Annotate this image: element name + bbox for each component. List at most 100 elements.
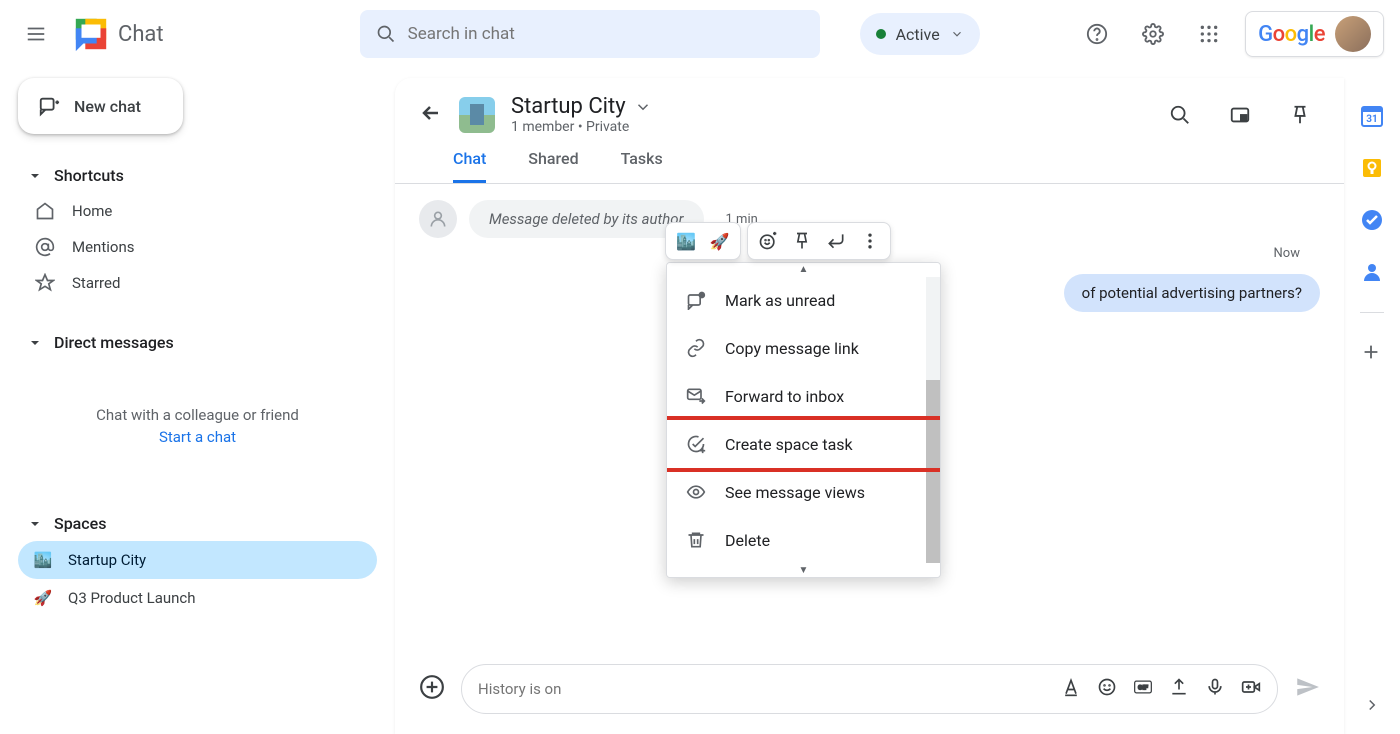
rail-divider — [1360, 312, 1384, 313]
menu-item-label: Forward to inbox — [725, 387, 844, 406]
space-title-button[interactable]: Startup City — [511, 94, 652, 119]
emoji-button[interactable] — [1097, 677, 1117, 701]
chevron-down-icon — [634, 98, 652, 116]
panel-header: Startup City 1 member • Private — [395, 78, 1344, 135]
search-icon — [376, 24, 396, 44]
compose-box[interactable]: GIF — [461, 664, 1278, 714]
upload-button[interactable] — [1169, 677, 1189, 701]
google-logo: Google — [1258, 22, 1325, 47]
gif-button[interactable]: GIF — [1133, 677, 1153, 701]
space-item-q3-launch[interactable]: 🚀 Q3 Product Launch — [18, 579, 377, 617]
tab-tasks[interactable]: Tasks — [621, 149, 663, 183]
svg-text:GIF: GIF — [1138, 684, 1148, 692]
add-button[interactable] — [419, 674, 445, 704]
tab-chat[interactable]: Chat — [453, 149, 486, 183]
menu-item-delete[interactable]: Delete — [667, 516, 940, 564]
mic-button[interactable] — [1205, 677, 1225, 701]
svg-text:31: 31 — [1366, 114, 1377, 125]
shortcuts-header[interactable]: Shortcuts — [18, 158, 377, 193]
reaction-segment-emoji: 🏙️ 🚀 — [665, 222, 741, 260]
right-message-bubble[interactable]: of potential advertising partners? — [1064, 274, 1320, 312]
chevron-down-icon — [950, 27, 964, 41]
reaction-segment-actions — [747, 222, 891, 260]
space-item-label: Startup City — [68, 551, 146, 569]
format-button[interactable] — [1061, 677, 1081, 701]
menu-item-see-views[interactable]: See message views — [667, 468, 940, 516]
new-chat-label: New chat — [74, 97, 141, 116]
dm-label: Direct messages — [54, 333, 174, 352]
apps-button[interactable] — [1189, 14, 1229, 54]
home-icon — [34, 201, 56, 221]
video-button[interactable] — [1241, 677, 1261, 701]
space-item-startup-city[interactable]: 🏙️ Startup City — [18, 541, 377, 579]
at-icon — [34, 237, 56, 257]
sidebar-item-home[interactable]: Home — [18, 193, 377, 229]
forward-icon — [685, 386, 707, 406]
compose-row: GIF — [395, 650, 1344, 734]
more-actions-button[interactable] — [860, 231, 880, 251]
menu-item-mark-unread[interactable]: Mark as unread — [667, 276, 940, 324]
caret-down-icon — [30, 171, 40, 181]
collapse-rail-button[interactable] — [1363, 696, 1381, 718]
chat-panel: Startup City 1 member • Private Chat Sha — [395, 78, 1344, 734]
chat-logo-icon — [72, 15, 110, 53]
sidebar-item-starred[interactable]: Starred — [18, 265, 377, 301]
add-reaction-button[interactable] — [758, 231, 778, 251]
display-options-button[interactable] — [1220, 95, 1260, 135]
reaction-bar: 🏙️ 🚀 — [665, 222, 891, 260]
sidebar-item-mentions[interactable]: Mentions — [18, 229, 377, 265]
account-box[interactable]: Google — [1245, 11, 1384, 57]
pin-button[interactable] — [1280, 95, 1320, 135]
sidebar: New chat Shortcuts Home Mentions Starred — [0, 68, 395, 734]
send-button[interactable] — [1294, 674, 1320, 704]
search-bar[interactable] — [360, 10, 820, 58]
main-area: New chat Shortcuts Home Mentions Starred — [0, 68, 1400, 734]
tabs-bar: Chat Shared Tasks — [395, 135, 1344, 184]
user-avatar[interactable] — [1335, 16, 1371, 52]
dm-header[interactable]: Direct messages — [18, 325, 377, 360]
city-icon: 🏙️ — [32, 549, 54, 571]
quote-in-reply-button[interactable] — [792, 231, 812, 251]
menu-item-forward[interactable]: Forward to inbox — [667, 372, 940, 420]
tasks-addon-button[interactable] — [1360, 208, 1384, 232]
compose-input[interactable] — [478, 680, 1049, 698]
help-button[interactable] — [1077, 14, 1117, 54]
settings-button[interactable] — [1133, 14, 1173, 54]
search-in-space-button[interactable] — [1160, 95, 1200, 135]
shortcuts-label: Shortcuts — [54, 166, 124, 185]
start-chat-link[interactable]: Start a chat — [18, 428, 377, 446]
product-name-label: Chat — [118, 22, 164, 47]
space-title-text: Startup City — [511, 94, 626, 119]
spaces-header[interactable]: Spaces — [18, 506, 377, 541]
message-context-menu: ▲ Mark as unread Copy message link Forwa… — [666, 262, 941, 578]
reply-button[interactable] — [826, 231, 846, 251]
top-bar: Chat Active Google — [0, 0, 1400, 68]
emoji-city-button[interactable]: 🏙️ — [676, 232, 696, 251]
menu-scroll-down-icon[interactable]: ▼ — [667, 564, 940, 577]
new-chat-button[interactable]: New chat — [18, 78, 183, 134]
get-addons-button[interactable] — [1360, 341, 1384, 365]
menu-item-create-task[interactable]: Create space task — [666, 416, 941, 472]
status-pill[interactable]: Active — [860, 13, 980, 55]
back-button[interactable] — [419, 101, 443, 129]
link-icon — [685, 338, 707, 358]
search-input[interactable] — [408, 24, 804, 44]
menu-item-label: Copy message link — [725, 339, 859, 358]
contacts-addon-button[interactable] — [1360, 260, 1384, 284]
new-chat-icon — [38, 95, 60, 117]
main-menu-button[interactable] — [16, 14, 56, 54]
menu-scroll-up-icon[interactable]: ▲ — [667, 263, 940, 276]
menu-item-label: See message views — [725, 483, 865, 502]
eye-icon — [685, 482, 707, 502]
space-meta-text: 1 member • Private — [511, 119, 652, 135]
space-item-label: Q3 Product Launch — [68, 589, 196, 607]
dm-empty-placeholder: Chat with a colleague or friend Start a … — [18, 406, 377, 446]
menu-item-copy-link[interactable]: Copy message link — [667, 324, 940, 372]
mark-unread-icon — [685, 290, 707, 310]
keep-addon-button[interactable] — [1360, 156, 1384, 180]
logo-area: Chat — [72, 15, 164, 53]
dm-empty-text: Chat with a colleague or friend — [18, 406, 377, 424]
calendar-addon-button[interactable]: 31 — [1360, 104, 1384, 128]
tab-shared[interactable]: Shared — [528, 149, 578, 183]
emoji-rocket-button[interactable]: 🚀 — [710, 232, 730, 251]
